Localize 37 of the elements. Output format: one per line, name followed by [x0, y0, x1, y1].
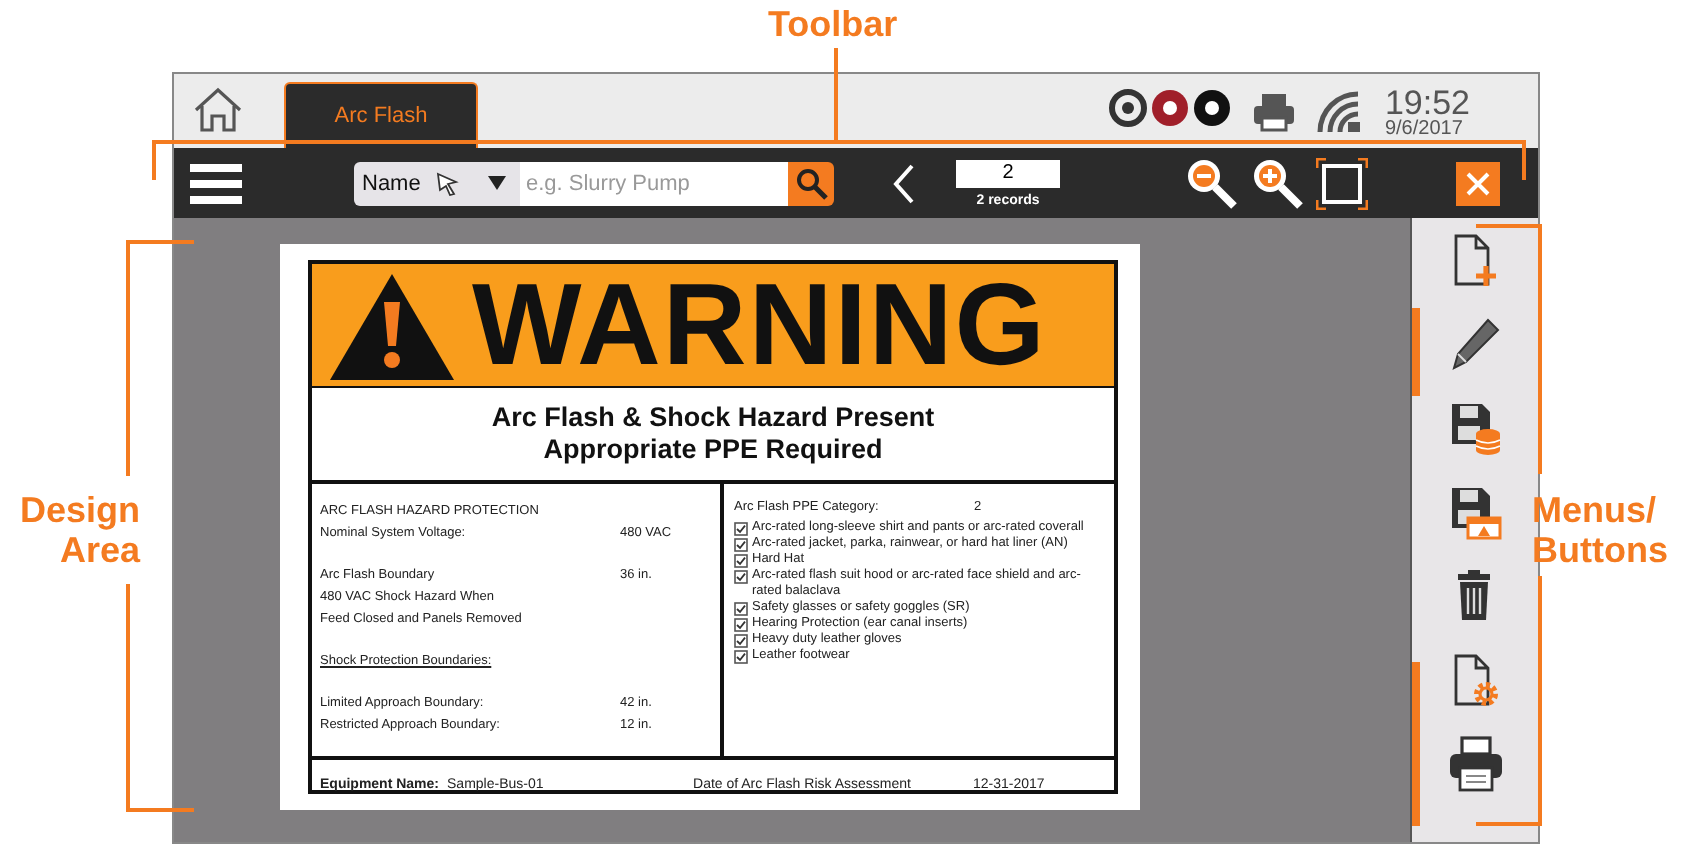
printer-icon	[1447, 736, 1503, 792]
callout-label: Toolbar	[768, 4, 898, 44]
hazard-heading: Arc Flash & Shock Hazard Present	[491, 402, 935, 434]
warning-heading: WARNING	[472, 267, 1047, 383]
back-icon[interactable]	[892, 163, 916, 203]
close-icon	[1466, 171, 1490, 195]
caret-icon	[488, 176, 507, 190]
save-database-icon	[1447, 400, 1503, 456]
clock-date: 9/6/2017	[1384, 120, 1463, 140]
search-field[interactable]: e.g. Slurry Pump	[520, 161, 788, 205]
search-button[interactable]	[788, 161, 834, 205]
home-icon[interactable]	[192, 86, 244, 134]
drag-handle[interactable]	[1412, 662, 1420, 826]
close-button[interactable]	[1456, 161, 1500, 205]
cursor-icon	[436, 171, 461, 195]
tab[interactable]: Arc Flash	[284, 82, 478, 148]
wifi-icon	[1316, 90, 1365, 134]
callout-label: Menus/ Buttons	[1532, 490, 1670, 570]
ring-icon	[1108, 88, 1149, 128]
warning-icon	[328, 269, 456, 381]
menu-icon[interactable]	[190, 161, 242, 205]
pencil-icon	[1447, 316, 1503, 372]
hazard-heading: Appropriate PPE Required	[543, 434, 883, 466]
ring-icon	[1192, 88, 1233, 128]
fit-page-icon[interactable]	[1316, 157, 1368, 209]
callout-label: Design Area	[17, 490, 140, 570]
drag-handle[interactable]	[1412, 308, 1420, 396]
dropdown-value: Name	[362, 171, 421, 195]
record-field[interactable]: 2	[956, 159, 1060, 187]
printer-icon[interactable]	[1252, 90, 1297, 134]
field-dropdown[interactable]: Name	[354, 161, 520, 205]
search-icon	[795, 167, 827, 199]
save-image-icon	[1447, 484, 1503, 540]
zoom-in-icon[interactable]	[1250, 156, 1304, 210]
clock-time: 19:52	[1384, 86, 1470, 120]
zoom-out-icon[interactable]	[1184, 156, 1238, 210]
ring-icon	[1150, 88, 1191, 128]
